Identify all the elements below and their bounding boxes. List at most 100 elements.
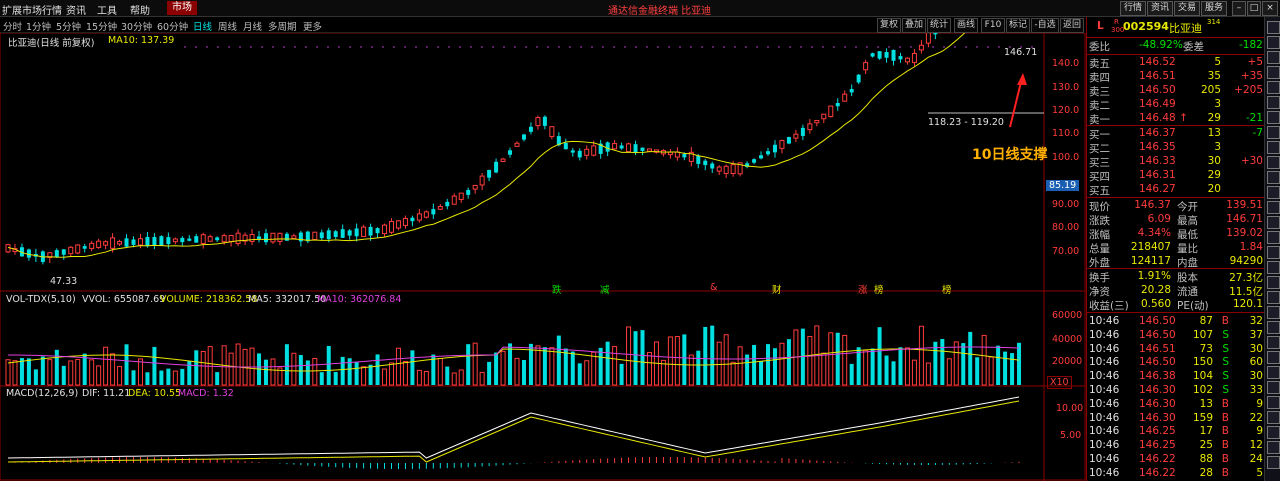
menu-help[interactable]: 帮助 bbox=[130, 2, 150, 17]
sidebar-tool-icon[interactable] bbox=[1267, 381, 1280, 394]
maximize-icon[interactable]: □ bbox=[1247, 1, 1261, 16]
tick-time: 10:46 bbox=[1089, 425, 1120, 438]
period-1min[interactable]: 1分钟 bbox=[26, 19, 51, 33]
ask-change: +205 bbox=[1234, 84, 1263, 96]
event-marker[interactable]: 榜 bbox=[942, 282, 952, 296]
candle-down bbox=[619, 145, 624, 149]
tool-overlay[interactable]: 叠加 bbox=[902, 18, 926, 33]
candle-down bbox=[856, 74, 861, 83]
period-multi[interactable]: 多周期 bbox=[268, 19, 297, 33]
stat-label: 收益(三) bbox=[1089, 300, 1129, 312]
sidebar-tool-icon[interactable] bbox=[1267, 111, 1280, 124]
sidebar-tool-icon[interactable] bbox=[1267, 441, 1280, 454]
period-5min[interactable]: 5分钟 bbox=[56, 19, 81, 33]
event-marker[interactable]: 财 bbox=[772, 282, 782, 296]
event-marker[interactable]: 减 bbox=[600, 282, 610, 296]
candle-up bbox=[925, 33, 931, 44]
sidebar-tool-icon[interactable] bbox=[1267, 36, 1280, 49]
bid-price: 146.33 bbox=[1139, 155, 1176, 167]
volume-bar-up bbox=[458, 369, 464, 386]
sidebar-tool-icon[interactable] bbox=[1267, 126, 1280, 139]
tick-row: 10:46 146.50 150 S 60 bbox=[1087, 356, 1265, 370]
kline-chart[interactable] bbox=[0, 33, 1086, 481]
event-marker[interactable]: 榜 bbox=[874, 282, 884, 296]
sidebar-tool-icon[interactable] bbox=[1267, 291, 1280, 304]
event-marker[interactable]: & bbox=[710, 282, 717, 293]
sidebar-tool-icon[interactable] bbox=[1267, 141, 1280, 154]
sidebar-tool-icon[interactable] bbox=[1267, 51, 1280, 64]
period-30min[interactable]: 30分钟 bbox=[121, 19, 152, 33]
sidebar-tool-icon[interactable] bbox=[1267, 306, 1280, 319]
sidebar-tool-icon[interactable] bbox=[1267, 336, 1280, 349]
sidebar-tool-icon[interactable] bbox=[1267, 276, 1280, 289]
period-daily[interactable]: 日线 bbox=[193, 19, 212, 33]
menu-extended-market[interactable]: 扩展市场行情 bbox=[2, 2, 62, 17]
tick-row: 10:46 146.51 73 S 30 bbox=[1087, 343, 1265, 357]
period-15min[interactable]: 15分钟 bbox=[86, 19, 117, 33]
sidebar-tool-icon[interactable] bbox=[1267, 426, 1280, 439]
tool-watchlist[interactable]: -自选 bbox=[1031, 18, 1059, 33]
stat-label: 总量 bbox=[1089, 243, 1110, 255]
button-info[interactable]: 资讯 bbox=[1147, 1, 1173, 16]
sidebar-tool-icon[interactable] bbox=[1267, 246, 1280, 259]
tool-back[interactable]: 返回 bbox=[1060, 18, 1084, 33]
button-quotes[interactable]: 行情 bbox=[1120, 1, 1146, 16]
volume-bar-up bbox=[863, 349, 869, 386]
event-marker[interactable]: 涨 bbox=[858, 282, 868, 296]
sidebar-tool-icon[interactable] bbox=[1267, 261, 1280, 274]
chart-frame bbox=[0, 33, 1086, 481]
sidebar-tool-icon[interactable] bbox=[1267, 21, 1280, 34]
candle-down bbox=[145, 236, 150, 247]
tool-rights[interactable]: 复权 bbox=[877, 18, 901, 33]
sidebar-tool-icon[interactable] bbox=[1267, 366, 1280, 379]
candle-up bbox=[514, 142, 520, 147]
sidebar-tool-icon[interactable] bbox=[1267, 456, 1280, 469]
button-trade[interactable]: 交易 bbox=[1174, 1, 1200, 16]
volume-bar-up bbox=[828, 332, 834, 386]
candle-down bbox=[124, 238, 129, 247]
sidebar-tool-icon[interactable] bbox=[1267, 396, 1280, 409]
volume-bar-down bbox=[340, 356, 345, 385]
tick-time: 10:46 bbox=[1089, 342, 1120, 355]
period-weekly[interactable]: 周线 bbox=[218, 19, 237, 33]
menu-tools[interactable]: 工具 bbox=[97, 2, 117, 17]
menu-market[interactable]: 市场 bbox=[167, 1, 197, 15]
volume-bar-up bbox=[312, 357, 318, 386]
sidebar-tool-icon[interactable] bbox=[1267, 186, 1280, 199]
close-icon[interactable]: × bbox=[1262, 1, 1278, 16]
volume-bar-down bbox=[298, 355, 303, 385]
tick-price: 146.22 bbox=[1139, 453, 1176, 465]
tool-draw[interactable]: 画线 bbox=[954, 18, 978, 33]
sidebar-tool-icon[interactable] bbox=[1267, 321, 1280, 334]
volume-bar-up bbox=[479, 371, 485, 386]
sidebar-tool-icon[interactable] bbox=[1267, 201, 1280, 214]
candle-up bbox=[228, 235, 234, 242]
menu-news[interactable]: 资讯 bbox=[66, 2, 86, 17]
sidebar-tool-icon[interactable] bbox=[1267, 171, 1280, 184]
candle-up bbox=[479, 175, 485, 186]
volume-bar-down bbox=[1017, 342, 1022, 385]
candle-down bbox=[466, 189, 471, 195]
period-tick[interactable]: 分时 bbox=[3, 19, 22, 33]
button-service[interactable]: 服务 bbox=[1201, 1, 1227, 16]
candle-up bbox=[361, 226, 367, 237]
period-monthly[interactable]: 月线 bbox=[243, 19, 262, 33]
period-more[interactable]: 更多 bbox=[303, 19, 322, 33]
tool-mark[interactable]: 标记 bbox=[1006, 18, 1030, 33]
sidebar-tool-icon[interactable] bbox=[1267, 66, 1280, 79]
period-60min[interactable]: 60分钟 bbox=[157, 19, 188, 33]
sidebar-tool-icon[interactable] bbox=[1267, 351, 1280, 364]
sidebar-tool-icon[interactable] bbox=[1267, 411, 1280, 424]
sidebar-tool-icon[interactable] bbox=[1267, 96, 1280, 109]
tool-stats[interactable]: 统计 bbox=[927, 18, 951, 33]
volume-bar-down bbox=[354, 361, 359, 385]
sidebar-tool-icon[interactable] bbox=[1267, 81, 1280, 94]
stat-label: 现价 bbox=[1089, 201, 1110, 213]
tool-f10[interactable]: F10 bbox=[981, 18, 1005, 33]
sidebar-tool-icon[interactable] bbox=[1267, 231, 1280, 244]
event-marker[interactable]: 跌 bbox=[552, 282, 562, 296]
minimize-icon[interactable]: – bbox=[1232, 1, 1246, 16]
sidebar-tool-icon[interactable] bbox=[1267, 216, 1280, 229]
stat-value: 120.1 bbox=[1232, 298, 1263, 310]
sidebar-tool-icon[interactable] bbox=[1267, 156, 1280, 169]
